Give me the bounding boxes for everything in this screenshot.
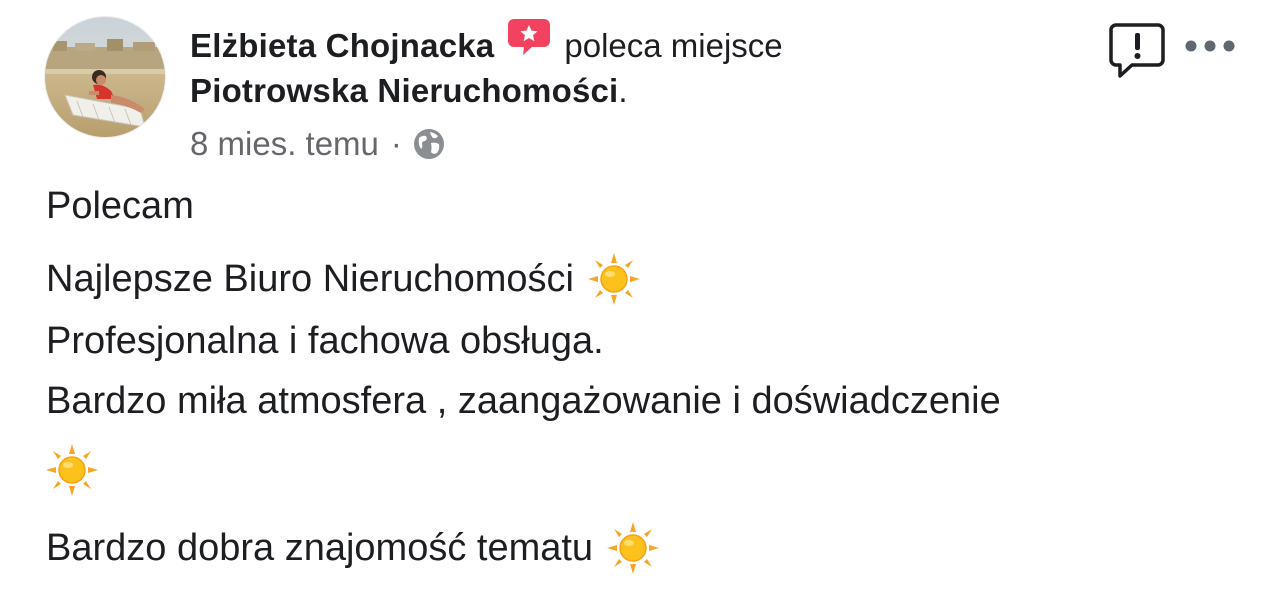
post-header-page: Piotrowska Nieruchomości. — [190, 70, 628, 112]
post-text-line: Polecam — [46, 182, 194, 230]
post-text-line: Bardzo miła atmosfera , zaangażowanie i … — [46, 376, 1001, 426]
avatar-photo — [45, 17, 165, 137]
sun-emoji — [46, 444, 98, 496]
post-header: Elżbieta Chojnacka poleca miejsce — [190, 18, 783, 68]
report-button[interactable] — [1108, 20, 1168, 80]
post-meta: 8 mies. temu · — [190, 122, 446, 166]
post-text-line: Najlepsze Biuro Nieruchomości — [46, 252, 640, 306]
sun-emoji — [588, 253, 640, 305]
post-text-line: Bardzo dobra znajomość tematu — [46, 520, 660, 576]
post-text-line — [46, 442, 98, 498]
post-timestamp[interactable]: 8 mies. temu — [190, 125, 379, 163]
post-text: Najlepsze Biuro Nieruchomości — [46, 257, 574, 300]
more-options-icon — [1185, 40, 1235, 52]
post-text-line: Profesjonalna i fachowa obsługa. — [46, 316, 604, 366]
post-text: Bardzo miła atmosfera , zaangażowanie i … — [46, 379, 1001, 422]
recommendation-post: Elżbieta Chojnacka poleca miejsce Piotro… — [0, 0, 1284, 603]
report-icon — [1109, 23, 1165, 78]
sun-emoji — [607, 522, 660, 574]
recommendation-star-icon — [506, 17, 552, 62]
page-name-suffix: . — [618, 72, 628, 109]
globe-icon[interactable] — [412, 127, 446, 161]
page-name[interactable]: Piotrowska Nieruchomości — [190, 72, 618, 110]
more-options-button[interactable] — [1182, 34, 1238, 58]
post-text: Polecam — [46, 184, 194, 227]
post-text: Profesjonalna i fachowa obsługa. — [46, 319, 604, 362]
author-avatar[interactable] — [45, 17, 165, 137]
meta-separator: · — [390, 125, 402, 162]
author-name[interactable]: Elżbieta Chojnacka — [190, 27, 494, 65]
action-text: poleca miejsce — [564, 27, 783, 64]
post-text: Bardzo dobra znajomość tematu — [46, 526, 594, 569]
